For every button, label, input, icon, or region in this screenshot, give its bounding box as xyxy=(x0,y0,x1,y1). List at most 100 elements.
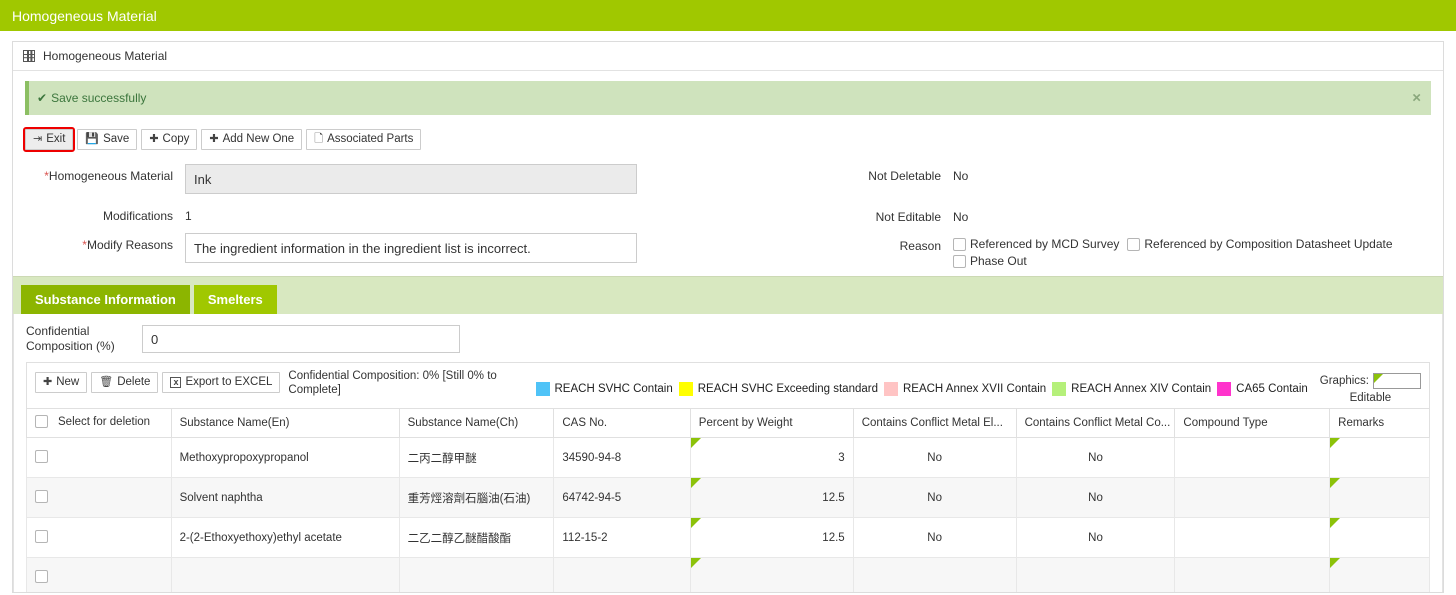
grid-toolbar-buttons: ✚ New 🗑 Delete x Export to EXCEL xyxy=(35,369,281,393)
graphics-row: Graphics: xyxy=(1320,373,1421,389)
tab-substance-information[interactable]: Substance Information xyxy=(21,285,190,314)
checkbox-referenced-by-mcd-survey[interactable]: Referenced by MCD Survey xyxy=(953,237,1119,251)
legend-swatch xyxy=(1217,381,1232,396)
cell-compound-type xyxy=(1174,557,1331,592)
add-new-one-button-label: Add New One xyxy=(222,132,295,145)
confidential-composition-label: Confidential Composition (%) xyxy=(26,324,126,354)
close-icon[interactable]: × xyxy=(1412,91,1421,106)
editable-corner-marker-icon xyxy=(691,518,701,528)
confidential-composition-note: Confidential Composition: 0% [Still 0% t… xyxy=(288,370,497,396)
not-editable-value: No xyxy=(953,210,969,224)
field-confidential-composition: Confidential Composition (%) 0 xyxy=(26,324,1430,354)
check-icon: ✔ xyxy=(37,91,48,105)
legend-label: CA65 Contain xyxy=(1236,382,1308,395)
trash-icon: 🗑 xyxy=(99,376,114,388)
cell-cas-no: 34590-94-8 xyxy=(553,437,691,478)
legend-item-reach-svhc-contain: REACH SVHC Contain xyxy=(535,381,673,396)
form-right-column: Not Deletable No Not Editable No Reason xyxy=(843,164,1401,278)
exit-button[interactable]: ⇥ Exit xyxy=(22,127,76,152)
cell-compound-type xyxy=(1174,477,1331,518)
grid-toolbar: ✚ New 🗑 Delete x Export to EXCEL Confide… xyxy=(26,362,1430,408)
tab-strip-container: Substance Information Smelters xyxy=(13,276,1443,314)
substance-table: Select for deletion Substance Name(En) S… xyxy=(26,408,1430,592)
confidential-composition-input[interactable]: 0 xyxy=(142,325,460,353)
checkbox-label: Phase Out xyxy=(970,254,1027,268)
row-checkbox[interactable] xyxy=(35,449,48,463)
cell-conflict-metal-country: No xyxy=(1015,477,1176,518)
checkbox-box[interactable] xyxy=(1127,237,1141,251)
field-reason: Reason Referenced by MCD Survey Referenc… xyxy=(843,234,1401,268)
add-new-one-button[interactable]: ✚ Add New One xyxy=(201,129,303,150)
table-row-partial[interactable] xyxy=(26,557,1430,592)
modify-reasons-label: *Modify Reasons xyxy=(25,233,185,252)
cell-remarks[interactable] xyxy=(1329,557,1430,592)
row-checkbox[interactable] xyxy=(35,489,48,503)
new-button-label: New xyxy=(56,375,80,388)
copy-button[interactable]: ✚ Copy xyxy=(141,129,198,150)
reason-label: Reason xyxy=(899,239,941,253)
editable-corner-marker-icon xyxy=(691,558,701,568)
not-deletable-value: No xyxy=(953,169,969,183)
column-label: Select for deletion xyxy=(58,415,151,428)
panel-header: Homogeneous Material xyxy=(13,42,1443,71)
reason-checkbox-row-2: Phase Out xyxy=(953,251,1401,268)
cell-cas-no: 64742-94-5 xyxy=(553,477,691,518)
homogeneous-material-label: *Homogeneous Material xyxy=(25,164,185,183)
plus-icon: ✚ xyxy=(149,133,159,145)
legend-item-reach-annex-xiv-contain: REACH Annex XIV Contain xyxy=(1052,381,1211,396)
modify-reasons-input[interactable]: The ingredient information in the ingred… xyxy=(185,233,637,263)
checkbox-referenced-by-composition-datasheet-update[interactable]: Referenced by Composition Datasheet Upda… xyxy=(1127,237,1393,251)
cell-value: 12.5 xyxy=(822,491,845,504)
exit-button-label: Exit xyxy=(46,132,66,145)
cell-percent-by-weight[interactable]: 12.5 xyxy=(689,477,854,518)
document-icon: 🗋 xyxy=(314,133,324,145)
delete-button[interactable]: 🗑 Delete xyxy=(91,372,159,393)
table-row[interactable]: Solvent naphtha 重芳烴溶劑石腦油(石油) 64742-94-5 … xyxy=(26,477,1430,518)
cell-conflict-metal-element: No xyxy=(852,477,1017,518)
homogeneous-material-label-text: Homogeneous Material xyxy=(48,169,173,183)
row-select-cell xyxy=(26,437,172,478)
legend-item-ca65-contain: CA65 Contain xyxy=(1217,381,1308,396)
cell-value: 12.5 xyxy=(822,531,845,544)
checkbox-phase-out[interactable]: Phase Out xyxy=(953,254,1027,268)
editable-corner-marker-icon xyxy=(1330,438,1341,448)
cell-remarks[interactable] xyxy=(1329,517,1430,558)
legend-swatch xyxy=(678,381,693,396)
new-button[interactable]: ✚ New xyxy=(35,372,88,393)
cell-percent-by-weight[interactable] xyxy=(689,557,854,592)
cell-conflict-metal-element: No xyxy=(852,517,1017,558)
panel-body: ✔ Save successfully × ⇥ Exit 💾 Save ✚ Co… xyxy=(13,71,1443,272)
table-row[interactable]: Methoxypropoxypropanol 二丙二醇甲醚 34590-94-8… xyxy=(26,437,1430,478)
tab-smelters[interactable]: Smelters xyxy=(193,285,277,314)
alert-message: Save successfully xyxy=(51,91,147,105)
cell-percent-by-weight[interactable]: 12.5 xyxy=(689,517,854,558)
field-not-deletable: Not Deletable No xyxy=(843,164,1401,183)
row-checkbox[interactable] xyxy=(35,569,48,583)
associated-parts-button[interactable]: 🗋 Associated Parts xyxy=(306,129,422,150)
checkbox-box[interactable] xyxy=(953,237,966,251)
export-to-excel-button[interactable]: x Export to EXCEL xyxy=(162,372,281,393)
cell-remarks[interactable] xyxy=(1329,437,1430,478)
editable-corner-marker-icon xyxy=(1330,478,1341,488)
checkbox-box[interactable] xyxy=(953,254,966,268)
editable-label: Editable xyxy=(1349,392,1392,404)
column-substance-name-en: Substance Name(En) xyxy=(170,408,400,438)
row-checkbox[interactable] xyxy=(35,529,48,543)
save-button[interactable]: 💾 Save xyxy=(77,129,138,150)
action-toolbar: ⇥ Exit 💾 Save ✚ Copy ✚ Add New One 🗋 Ass… xyxy=(22,127,1431,152)
cell-remarks[interactable] xyxy=(1329,477,1430,518)
editable-corner-marker-icon xyxy=(1374,374,1383,383)
row-select-cell xyxy=(26,517,172,558)
select-all-checkbox[interactable] xyxy=(35,415,48,428)
save-button-label: Save xyxy=(103,132,130,145)
exit-icon: ⇥ xyxy=(33,133,43,145)
field-modifications: Modifications 1 xyxy=(25,204,637,223)
homogeneous-material-input[interactable]: Ink xyxy=(185,164,637,194)
confidential-composition-label-line2: Composition (%) xyxy=(26,339,115,353)
main-panel: Homogeneous Material ✔ Save successfully… xyxy=(12,41,1444,593)
cell-percent-by-weight[interactable]: 3 xyxy=(689,437,854,478)
table-row[interactable]: 2-(2-Ethoxyethoxy)ethyl acetate 二乙二醇乙醚醋酸… xyxy=(26,517,1430,558)
modify-reasons-value: The ingredient information in the ingred… xyxy=(194,240,531,256)
editable-corner-marker-icon xyxy=(1330,558,1341,568)
legend-label: REACH Annex XVII Contain xyxy=(902,382,1047,395)
